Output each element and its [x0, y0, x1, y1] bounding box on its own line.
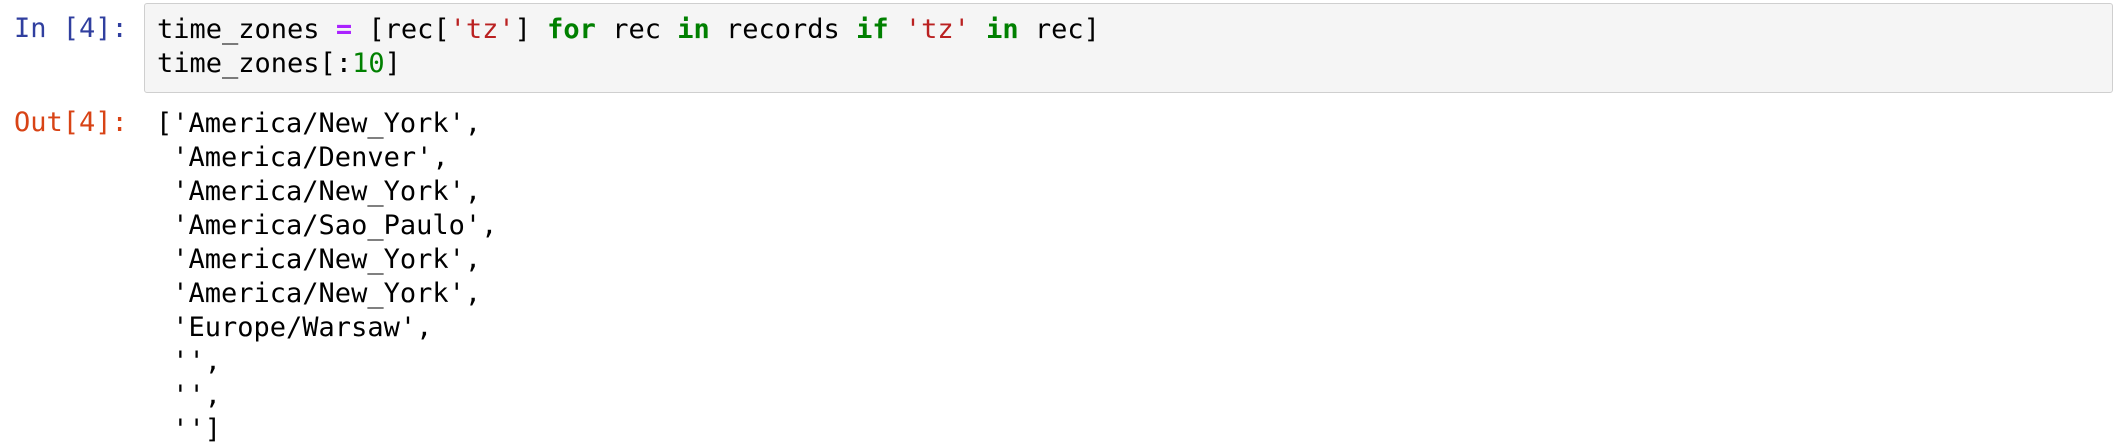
output-line: 'America/Sao_Paulo',	[156, 210, 498, 241]
output-line: 'America/New_York',	[156, 278, 482, 309]
code-line-1: time_zones = [rec['tz'] for rec in recor…	[157, 14, 1100, 45]
output-line: '',	[156, 380, 222, 411]
code-text[interactable]: time_zones = [rec['tz'] for rec in recor…	[157, 13, 1100, 81]
output-line: ['America/New_York',	[156, 108, 482, 139]
code-editor[interactable]: time_zones = [rec['tz'] for rec in recor…	[144, 3, 2113, 93]
output-line: 'America/Denver',	[156, 142, 449, 173]
input-prompt: In [4]:	[14, 13, 128, 44]
output-area: ['America/New_York', 'America/Denver', '…	[156, 107, 497, 447]
output-line: 'Europe/Warsaw',	[156, 312, 433, 343]
code-line-2: time_zones[:10]	[157, 48, 401, 79]
output-line: '',	[156, 346, 222, 377]
output-line: 'America/New_York',	[156, 176, 482, 207]
output-prompt: Out[4]:	[14, 107, 128, 138]
output-line: 'America/New_York',	[156, 244, 482, 275]
